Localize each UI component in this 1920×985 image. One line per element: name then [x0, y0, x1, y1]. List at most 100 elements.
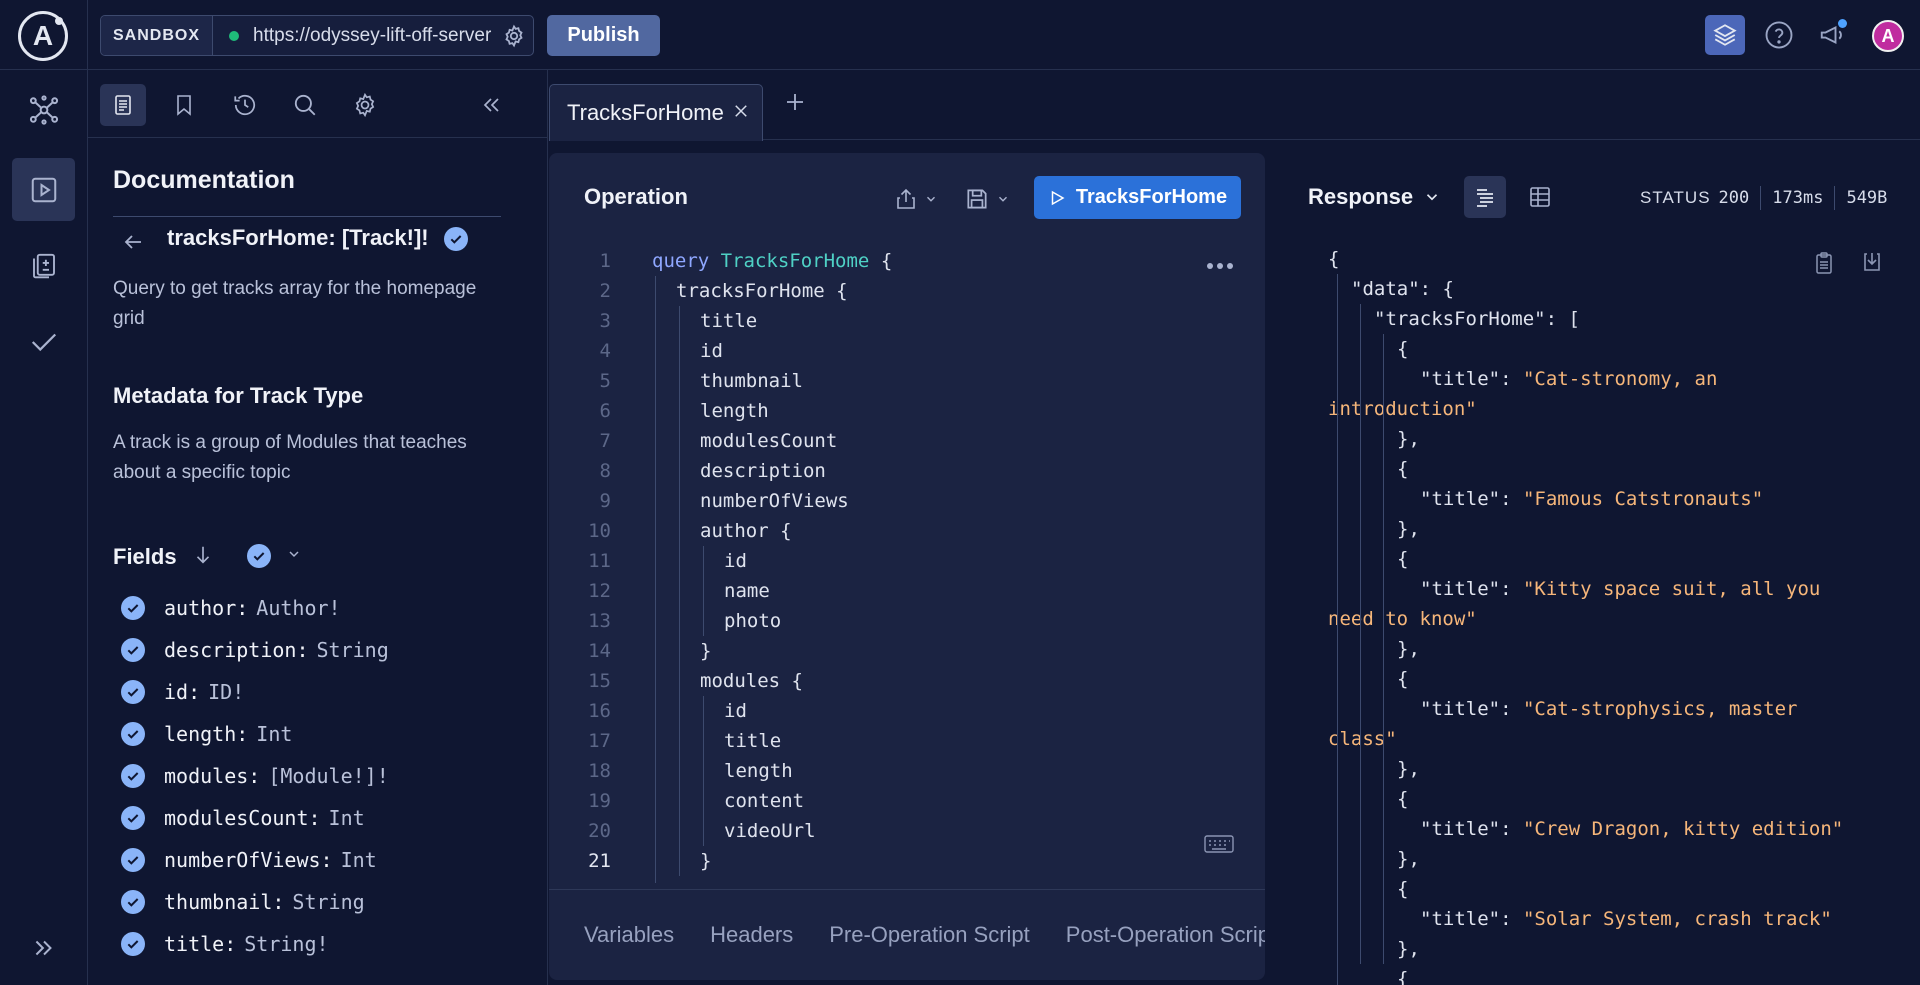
field-row[interactable]: id: ID! [121, 677, 244, 707]
save-button[interactable] [957, 179, 1017, 219]
add-tab-icon[interactable] [783, 88, 807, 122]
help-icon[interactable] [1759, 15, 1799, 55]
select-all-checkmark-icon[interactable] [247, 544, 271, 568]
sort-arrow-icon[interactable] [192, 544, 214, 572]
json-line: { [1397, 338, 1409, 360]
response-json-viewer[interactable]: {"data": {"tracksForHome": [{"title": "C… [1266, 240, 1920, 985]
line-number: 18 [588, 760, 611, 782]
response-selector[interactable]: Response [1308, 184, 1441, 210]
chevron-down-icon[interactable] [286, 546, 302, 567]
field-row[interactable]: description: String [121, 635, 389, 665]
code-line: 20 videoUrl [549, 816, 1265, 846]
code-line: 11 id [549, 546, 1265, 576]
history-icon[interactable] [222, 84, 268, 126]
code-line: 6 length [549, 396, 1265, 426]
json-string: class" [1328, 728, 1397, 750]
notification-dot [1838, 19, 1847, 28]
checkmark-icon[interactable] [121, 722, 145, 746]
json-string: "Cat-strophysics, master [1522, 698, 1798, 720]
checkmark-icon[interactable] [121, 890, 145, 914]
field-description: Query to get tracks array for the homepa… [113, 278, 477, 329]
keyword: query [652, 250, 710, 272]
back-arrow-icon[interactable] [118, 227, 148, 257]
json-line: "tracksForHome": [ [1374, 308, 1580, 330]
publish-button[interactable]: Publish [547, 15, 660, 56]
code-rest: { [869, 250, 893, 272]
line-number: 17 [588, 730, 611, 752]
checkmark-icon[interactable] [121, 596, 145, 620]
announcements-icon[interactable] [1813, 15, 1853, 55]
explorer-play-icon[interactable] [12, 158, 75, 221]
tab-variables[interactable]: Variables [584, 922, 674, 948]
json-key: "title": [1420, 488, 1523, 510]
response-time: 173ms [1772, 188, 1824, 208]
code-line: 18 length [549, 756, 1265, 786]
table-view-icon[interactable] [1519, 176, 1561, 218]
code-line: 9 numberOfViews [549, 486, 1265, 516]
field-row[interactable]: numberOfViews: Int [121, 845, 377, 875]
operation-name: TracksForHome [720, 250, 870, 272]
diff-icon[interactable] [12, 234, 75, 297]
fields-heading: Fields [113, 544, 177, 569]
line-number: 16 [588, 700, 611, 722]
line-number: 14 [588, 640, 611, 662]
checkmark-icon[interactable] [121, 764, 145, 788]
json-line: }, [1397, 638, 1420, 660]
field-row[interactable]: thumbnail: String [121, 887, 365, 917]
endpoint-url-input[interactable]: https://odyssey-lift-off-server [253, 25, 493, 47]
code-text: description [700, 460, 826, 482]
checkmark-icon[interactable] [121, 932, 145, 956]
connection-status-icon [229, 30, 240, 41]
checks-icon[interactable] [12, 310, 75, 373]
close-icon[interactable] [732, 100, 750, 126]
checkmark-icon[interactable] [121, 680, 145, 704]
json-string: introduction" [1328, 398, 1477, 420]
json-string: "Cat-stronomy, an [1522, 368, 1718, 390]
more-options-icon[interactable] [1205, 251, 1235, 277]
indent-guide [703, 696, 704, 846]
field-row[interactable]: title: String! [121, 929, 329, 959]
field-name: modulesCount: [164, 806, 321, 830]
apollo-logo-icon[interactable]: A [18, 11, 68, 61]
search-icon[interactable] [282, 84, 328, 126]
bookmark-icon[interactable] [161, 84, 207, 126]
json-view-icon[interactable] [1464, 176, 1506, 218]
operation-editor[interactable]: 1 query TracksForHome {2 tracksForHome {3 t… [549, 243, 1265, 883]
tab-post-operation-script[interactable]: Post-Operation Script [1066, 922, 1265, 948]
line-number: 12 [588, 580, 611, 602]
field-row[interactable]: modulesCount: Int [121, 803, 365, 833]
settings-icon[interactable] [342, 84, 388, 126]
schema-icon[interactable] [12, 78, 75, 141]
expand-icon[interactable] [12, 916, 75, 979]
line-number: 10 [588, 520, 611, 542]
tab-tracksforhome[interactable]: TracksForHome [549, 84, 763, 141]
checkmark-icon[interactable] [121, 848, 145, 872]
checkmark-icon[interactable] [121, 806, 145, 830]
field-heading: tracksForHome: [Track!]! [167, 225, 429, 250]
share-button[interactable] [886, 179, 946, 219]
checkmark-icon[interactable] [444, 227, 468, 251]
field-name: numberOfViews: [164, 848, 333, 872]
json-string: need to know" [1328, 608, 1477, 630]
tab-headers[interactable]: Headers [710, 922, 793, 948]
code-text: id [700, 340, 723, 362]
connection-settings-icon[interactable] [501, 23, 527, 49]
schema-reference-icon[interactable] [1705, 15, 1745, 55]
field-row[interactable]: modules: [Module!]! [121, 761, 389, 791]
field-row[interactable]: author: Author! [121, 593, 341, 623]
field-type: Author! [256, 596, 341, 620]
field-row[interactable]: length: Int [121, 719, 292, 749]
json-line: { [1397, 548, 1409, 570]
json-line: "title": "Cat-strophysics, master [1420, 694, 1798, 724]
run-operation-button[interactable]: TracksForHome [1034, 176, 1241, 219]
documentation-icon[interactable] [100, 84, 146, 126]
tab-pre-operation-script[interactable]: Pre-Operation Script [829, 922, 1030, 948]
keyboard-shortcuts-icon[interactable] [1204, 835, 1234, 858]
operation-panel: Operation TracksForHome 1 query TracksFor… [549, 153, 1265, 980]
user-avatar[interactable]: A [1872, 20, 1904, 52]
checkmark-icon[interactable] [121, 638, 145, 662]
documentation-panel: Documentation tracksForHome: [Track!]! Q… [88, 70, 548, 985]
divider [1834, 186, 1836, 210]
code-text: tracksForHome { [676, 280, 848, 302]
collapse-icon[interactable] [468, 84, 514, 126]
